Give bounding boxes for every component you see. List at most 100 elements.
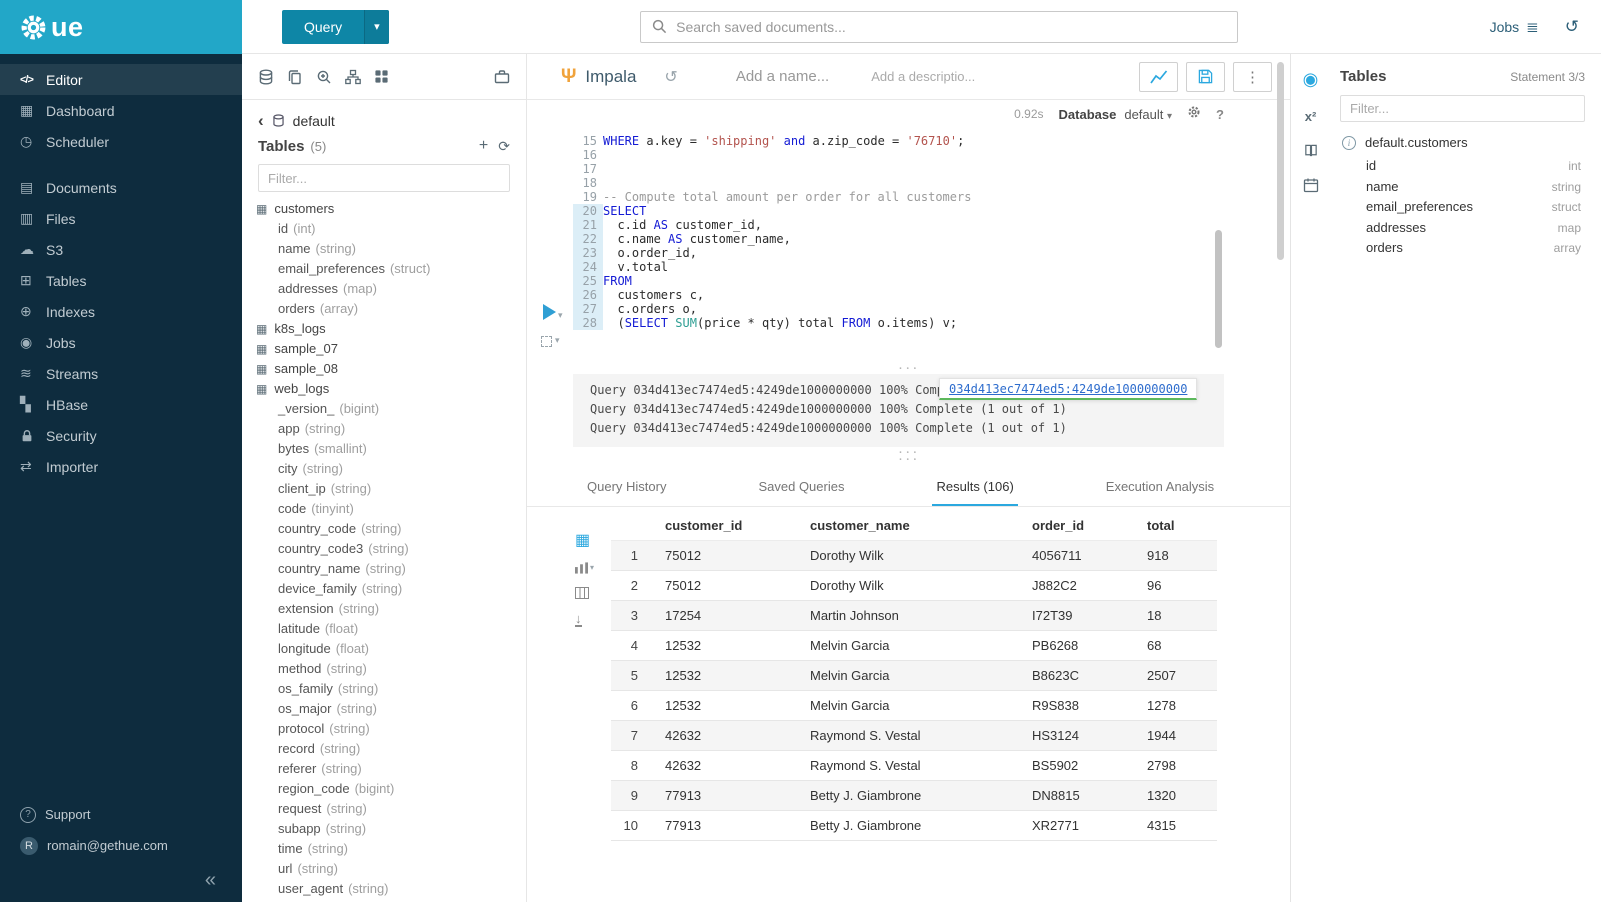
code-line[interactable]: c.id AS customer_id, xyxy=(603,218,1290,232)
code-line[interactable]: (SELECT SUM(price * qty) total FROM o.it… xyxy=(603,316,1290,330)
gutter-line[interactable]: 15 xyxy=(573,134,603,148)
statement-selector-icon[interactable] xyxy=(541,336,552,347)
assist-column-addresses[interactable]: addresses(map) xyxy=(242,279,526,299)
assist-column-referer[interactable]: referer(string) xyxy=(242,759,526,779)
jobs-link[interactable]: Jobs ≣ xyxy=(1490,18,1539,36)
hue-assistant-icon[interactable]: ◉ xyxy=(1303,69,1319,90)
gutter-line[interactable]: 23 xyxy=(573,246,603,260)
assist-column-name[interactable]: name(string) xyxy=(242,239,526,259)
results-col-total[interactable]: total xyxy=(1137,511,1217,541)
tab-query-history[interactable]: Query History xyxy=(583,471,670,506)
apps-grid-icon[interactable] xyxy=(374,69,389,84)
assist-column-request[interactable]: request(string) xyxy=(242,799,526,819)
sidebar-item-hbase[interactable]: ▚HBase xyxy=(0,389,242,420)
assist-column-app[interactable]: app(string) xyxy=(242,419,526,439)
assist-table-sample_07[interactable]: ▦sample_07 xyxy=(242,339,526,359)
sidebar-item-jobs[interactable]: ◉Jobs xyxy=(0,327,242,358)
right-filter-input[interactable] xyxy=(1340,95,1585,122)
right-column-id[interactable]: idint xyxy=(1340,156,1585,177)
query-name-field[interactable]: Add a name... xyxy=(736,68,829,85)
user-menu[interactable]: R romain@gethue.com xyxy=(0,830,242,861)
briefcase-icon[interactable] xyxy=(494,69,510,85)
assist-column-os_family[interactable]: os_family(string) xyxy=(242,679,526,699)
tab-results-106[interactable]: Results (106) xyxy=(932,471,1017,506)
gutter-line[interactable]: 20 xyxy=(573,204,603,218)
support-link[interactable]: ? Support xyxy=(0,799,242,830)
execute-button[interactable] xyxy=(543,304,556,320)
editor-help-icon[interactable]: ? xyxy=(1216,107,1224,122)
assist-column-country_code[interactable]: country_code(string) xyxy=(242,519,526,539)
assist-table-customers[interactable]: ▦customers xyxy=(242,199,526,219)
code-line[interactable]: c.orders o, xyxy=(603,302,1290,316)
assist-column-country_name[interactable]: country_name(string) xyxy=(242,559,526,579)
refresh-tables-icon[interactable]: ⟳ xyxy=(498,138,510,155)
gutter-line[interactable]: 28 xyxy=(573,316,603,330)
assist-column-id[interactable]: id(int) xyxy=(242,219,526,239)
assist-filter-input[interactable] xyxy=(258,164,510,192)
resize-handle-bottom[interactable] xyxy=(527,447,1290,458)
back-icon[interactable]: ‹ xyxy=(258,112,264,129)
code-line[interactable]: v.total xyxy=(603,260,1290,274)
code-line[interactable]: -- Compute total amount per order for al… xyxy=(603,190,1290,204)
assist-column-os_major[interactable]: os_major(string) xyxy=(242,699,526,719)
right-column-addresses[interactable]: addressesmap xyxy=(1340,218,1585,239)
editor-gutter[interactable]: 1516171819202122232425262728 xyxy=(573,128,603,363)
columns-view-icon[interactable] xyxy=(575,587,589,599)
right-column-orders[interactable]: ordersarray xyxy=(1340,238,1585,259)
results-col-customer_name[interactable]: customer_name xyxy=(800,511,1022,541)
tab-saved-queries[interactable]: Saved Queries xyxy=(754,471,848,506)
table-row[interactable]: 612532Melvin GarciaR9S8381278 xyxy=(611,691,1217,721)
code-line[interactable]: WHERE a.key = 'shipping' and a.zip_code … xyxy=(603,134,1290,148)
more-options-button[interactable]: ⋮ xyxy=(1233,62,1272,92)
hue-logo[interactable]: ue xyxy=(0,0,242,54)
assist-column-code[interactable]: code(tinyint) xyxy=(242,499,526,519)
table-row[interactable]: 977913Betty J. GiambroneDN88151320 xyxy=(611,781,1217,811)
code-line[interactable]: customers c, xyxy=(603,288,1290,302)
assist-column-email_preferences[interactable]: email_preferences(struct) xyxy=(242,259,526,279)
table-row[interactable]: 275012Dorothy WilkJ882C296 xyxy=(611,571,1217,601)
query-dropdown-caret[interactable]: ▾ xyxy=(364,10,389,44)
chart-button[interactable] xyxy=(1139,62,1178,92)
resize-handle-top[interactable] xyxy=(527,363,1290,374)
execute-options-caret[interactable]: ▾ xyxy=(558,310,563,321)
assist-column-method[interactable]: method(string) xyxy=(242,659,526,679)
results-col-customer_id[interactable]: customer_id xyxy=(655,511,800,541)
gutter-line[interactable]: 17 xyxy=(573,162,603,176)
right-column-email_preferences[interactable]: email_preferencesstruct xyxy=(1340,197,1585,218)
functions-icon[interactable]: x² xyxy=(1305,109,1317,124)
assist-column-extension[interactable]: extension(string) xyxy=(242,599,526,619)
assist-table-k8s_logs[interactable]: ▦k8s_logs xyxy=(242,319,526,339)
gutter-line[interactable]: 21 xyxy=(573,218,603,232)
gutter-line[interactable]: 18 xyxy=(573,176,603,190)
sidebar-item-tables[interactable]: ⊞Tables xyxy=(0,265,242,296)
table-row[interactable]: 1077913Betty J. GiambroneXR27714315 xyxy=(611,811,1217,841)
editor-code[interactable]: WHERE a.key = 'shipping' and a.zip_code … xyxy=(603,128,1290,363)
gutter-line[interactable]: 27 xyxy=(573,302,603,316)
assist-column-record[interactable]: record(string) xyxy=(242,739,526,759)
search-input[interactable] xyxy=(676,19,1226,35)
sidebar-item-editor[interactable]: </>Editor xyxy=(0,64,242,95)
assist-column-time[interactable]: time(string) xyxy=(242,839,526,859)
assist-column-client_ip[interactable]: client_ip(string) xyxy=(242,479,526,499)
code-line[interactable] xyxy=(603,148,1290,162)
sidebar-item-files[interactable]: ▥Files xyxy=(0,203,242,234)
code-line[interactable]: o.order_id, xyxy=(603,246,1290,260)
chart-view-icon[interactable]: ▾ xyxy=(575,562,594,574)
assist-table-web_logs[interactable]: ▦web_logs xyxy=(242,379,526,399)
code-line[interactable] xyxy=(603,176,1290,190)
download-icon[interactable]: ↓ xyxy=(575,612,582,627)
assist-table-sample_08[interactable]: ▦sample_08 xyxy=(242,359,526,379)
right-column-name[interactable]: namestring xyxy=(1340,177,1585,198)
table-row[interactable]: 512532Melvin GarciaB8623C2507 xyxy=(611,661,1217,691)
database-source-icon[interactable] xyxy=(258,69,274,85)
gutter-line[interactable]: 26 xyxy=(573,288,603,302)
assist-column-orders[interactable]: orders(array) xyxy=(242,299,526,319)
table-row[interactable]: 842632Raymond S. VestalBS59022798 xyxy=(611,751,1217,781)
code-line[interactable]: c.name AS customer_name, xyxy=(603,232,1290,246)
code-line[interactable] xyxy=(603,162,1290,176)
grid-view-icon[interactable]: ▦ xyxy=(575,533,590,549)
schedule-calendar-icon[interactable] xyxy=(1303,177,1319,193)
assist-column-user_agent[interactable]: user_agent(string) xyxy=(242,879,526,899)
gutter-line[interactable]: 19 xyxy=(573,190,603,204)
tab-execution-analysis[interactable]: Execution Analysis xyxy=(1102,471,1218,506)
